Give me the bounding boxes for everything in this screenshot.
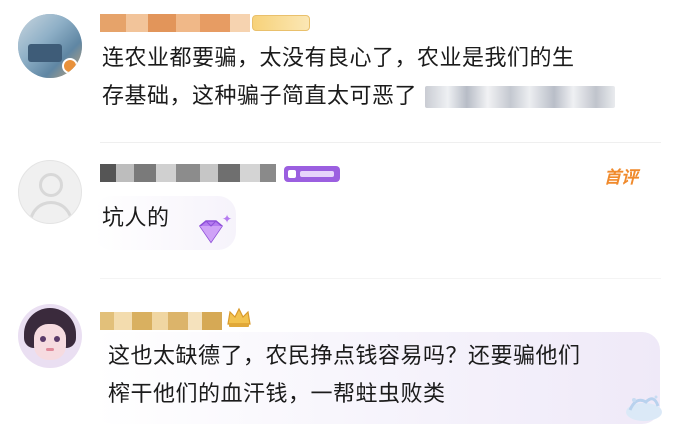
- avatar[interactable]: [18, 14, 82, 78]
- avatar[interactable]: [18, 160, 82, 224]
- username[interactable]: [100, 164, 276, 182]
- comment-text: 连农业都要骗，太没有良心了，农业是我们的生 存基础，这种骗子简直太可恶了: [102, 40, 662, 116]
- sparkle-icon: ✦: [222, 212, 233, 226]
- avatar[interactable]: [18, 304, 82, 368]
- vip-badge: [252, 15, 310, 31]
- username[interactable]: [100, 312, 222, 330]
- blurred-emoji: [425, 86, 616, 108]
- comment-text: 这也太缺德了，农民挣点钱容易吗？还要骗他们 榨干他们的血汗钱，一帮蛀虫败类: [108, 344, 581, 407]
- divider: [100, 142, 661, 143]
- sticker-icon: [620, 388, 666, 424]
- divider: [100, 278, 661, 279]
- comment-text: 坑人的: [102, 206, 170, 231]
- first-comment-tag: 首评: [604, 168, 638, 188]
- vip-badge: [284, 166, 340, 182]
- crown-icon: [226, 306, 252, 328]
